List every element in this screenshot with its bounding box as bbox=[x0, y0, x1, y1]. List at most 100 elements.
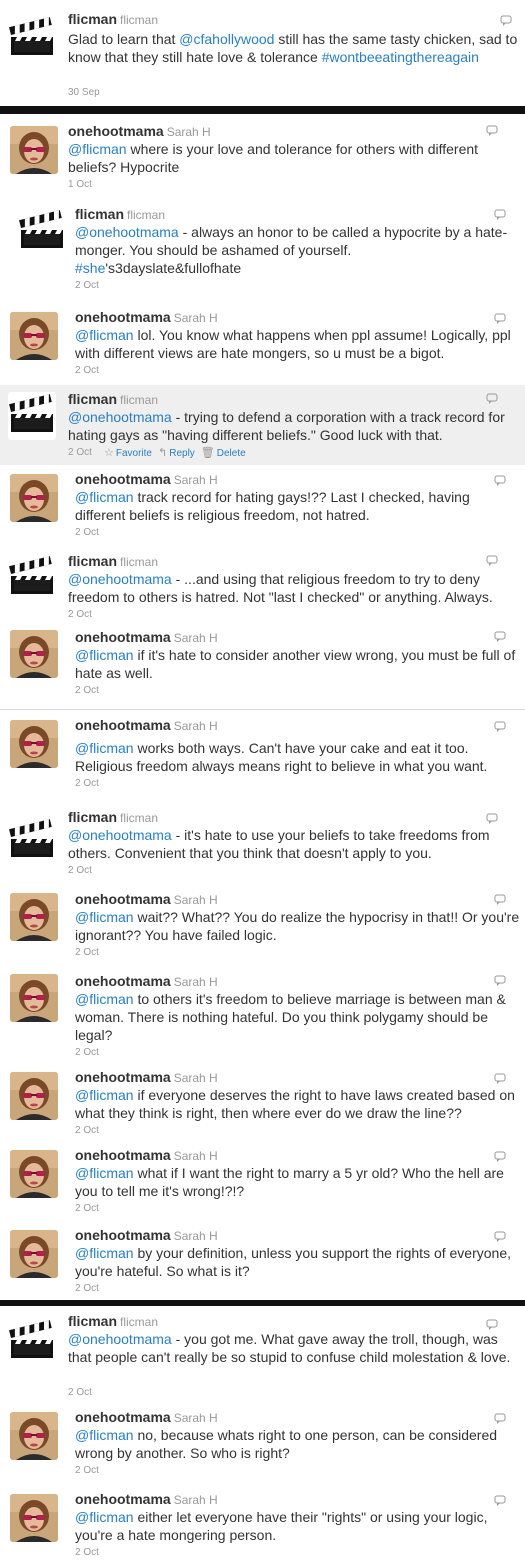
tweet[interactable]: onehootmama Sarah H @flicman either let ev… bbox=[0, 1486, 525, 1564]
tweet[interactable]: onehootmama Sarah H @flicman to others it'… bbox=[0, 966, 525, 1064]
user-avatar[interactable] bbox=[10, 1150, 58, 1198]
timestamp[interactable]: 2 Oct bbox=[75, 1547, 99, 1558]
timestamp[interactable]: 2 Oct bbox=[68, 609, 92, 620]
tweet[interactable]: onehootmama Sarah H @flicman works both wa… bbox=[0, 712, 525, 800]
user-avatar[interactable] bbox=[10, 1494, 58, 1542]
mention-link[interactable]: @flicman bbox=[75, 1087, 134, 1103]
timestamp[interactable]: 2 Oct bbox=[68, 865, 92, 876]
screen-name[interactable]: onehootmama bbox=[68, 123, 164, 139]
reply-bubble-icon[interactable] bbox=[486, 392, 498, 404]
screen-name[interactable]: flicman bbox=[68, 1313, 117, 1329]
screen-name[interactable]: onehootmama bbox=[75, 973, 171, 989]
tweet[interactable]: flicman flicman Glad to learn that @cfahol… bbox=[0, 0, 525, 108]
reply-bubble-icon[interactable] bbox=[494, 720, 506, 732]
tweet[interactable]: onehootmama Sarah H @flicman if everyone d… bbox=[0, 1064, 525, 1142]
reply-bubble-icon[interactable] bbox=[494, 893, 506, 905]
mention-link[interactable]: @flicman bbox=[75, 327, 134, 343]
mention-link[interactable]: @flicman bbox=[75, 1427, 134, 1443]
timestamp[interactable]: 2 Oct bbox=[75, 947, 99, 958]
reply-bubble-icon[interactable] bbox=[500, 14, 512, 26]
timestamp[interactable]: 2 Oct bbox=[68, 447, 92, 458]
screen-name[interactable]: onehootmama bbox=[75, 717, 171, 733]
user-avatar[interactable] bbox=[10, 1072, 58, 1120]
tweet[interactable]: onehootmama Sarah H @flicman lol. You know… bbox=[0, 298, 525, 383]
user-avatar[interactable] bbox=[10, 1412, 58, 1460]
hashtag-link[interactable]: #she bbox=[75, 260, 105, 276]
timestamp[interactable]: 2 Oct bbox=[75, 1283, 99, 1294]
reply-action[interactable]: ↰ Reply bbox=[158, 447, 195, 459]
screen-name[interactable]: onehootmama bbox=[75, 891, 171, 907]
timestamp[interactable]: 2 Oct bbox=[75, 1203, 99, 1214]
reply-bubble-icon[interactable] bbox=[494, 1230, 506, 1242]
mention-link[interactable]: @flicman bbox=[75, 1509, 134, 1525]
timestamp[interactable]: 2 Oct bbox=[75, 685, 99, 696]
reply-bubble-icon[interactable] bbox=[494, 1150, 506, 1162]
user-avatar[interactable] bbox=[10, 1230, 58, 1278]
clapperboard-avatar-icon[interactable] bbox=[8, 15, 56, 63]
tweet[interactable]: onehootmama Sarah H @flicman what if I wan… bbox=[0, 1142, 525, 1220]
timestamp[interactable]: 2 Oct bbox=[75, 527, 99, 538]
timestamp[interactable]: 2 Oct bbox=[75, 280, 99, 291]
screen-name[interactable]: onehootmama bbox=[75, 1227, 171, 1243]
reply-bubble-icon[interactable] bbox=[494, 474, 506, 486]
screen-name[interactable]: onehootmama bbox=[75, 471, 171, 487]
user-avatar[interactable] bbox=[10, 126, 58, 174]
mention-link[interactable]: @onehootmama bbox=[68, 1331, 172, 1347]
tweet[interactable]: onehootmama Sarah H @flicman if it's hate … bbox=[0, 622, 525, 708]
tweet[interactable]: onehootmama Sarah H @flicman no, because w… bbox=[0, 1404, 525, 1484]
timestamp[interactable]: 2 Oct bbox=[75, 1465, 99, 1476]
tweet[interactable]: flicman flicman @onehootmama - always an h… bbox=[0, 198, 525, 298]
screen-name[interactable]: onehootmama bbox=[75, 1147, 171, 1163]
user-avatar[interactable] bbox=[10, 312, 58, 360]
timestamp[interactable]: 2 Oct bbox=[75, 1047, 99, 1058]
tweet[interactable]: flicman flicman @onehootmama - trying to d… bbox=[0, 385, 525, 465]
screen-name[interactable]: flicman bbox=[68, 553, 117, 569]
mention-link[interactable]: @flicman bbox=[75, 489, 134, 505]
reply-bubble-icon[interactable] bbox=[494, 1072, 506, 1084]
mention-link[interactable]: @cfahollywood bbox=[179, 31, 274, 47]
timestamp[interactable]: 2 Oct bbox=[75, 1125, 99, 1136]
user-avatar[interactable] bbox=[10, 893, 58, 941]
user-avatar[interactable] bbox=[10, 474, 58, 522]
timestamp[interactable]: 30 Sep bbox=[68, 87, 100, 98]
user-avatar[interactable] bbox=[10, 720, 58, 768]
reply-bubble-icon[interactable] bbox=[486, 124, 498, 136]
mention-link[interactable]: @flicman bbox=[75, 647, 134, 663]
screen-name[interactable]: onehootmama bbox=[75, 629, 171, 645]
user-avatar[interactable] bbox=[10, 630, 58, 678]
reply-bubble-icon[interactable] bbox=[494, 974, 506, 986]
mention-link[interactable]: @flicman bbox=[75, 740, 134, 756]
timestamp[interactable]: 2 Oct bbox=[75, 365, 99, 376]
mention-link[interactable]: @onehootmama bbox=[68, 571, 172, 587]
clapperboard-avatar-icon[interactable] bbox=[8, 392, 56, 440]
screen-name[interactable]: onehootmama bbox=[75, 1491, 171, 1507]
reply-bubble-icon[interactable] bbox=[494, 312, 506, 324]
timestamp[interactable]: 1 Oct bbox=[68, 179, 92, 190]
clapperboard-avatar-icon[interactable] bbox=[8, 817, 56, 865]
tweet[interactable]: onehootmama Sarah H @flicman where is your… bbox=[0, 118, 525, 198]
hashtag-link[interactable]: #wontbeeatingthereagain bbox=[322, 49, 479, 65]
clapperboard-avatar-icon[interactable] bbox=[8, 1318, 56, 1366]
mention-link[interactable]: @onehootmama bbox=[75, 224, 179, 240]
tweet[interactable]: flicman flicman @onehootmama - it's hate t… bbox=[0, 805, 525, 885]
mention-link[interactable]: @onehootmama bbox=[68, 827, 172, 843]
tweet[interactable]: flicman flicman @onehootmama - ...and usin… bbox=[0, 546, 525, 626]
clapperboard-avatar-icon[interactable] bbox=[8, 554, 56, 602]
screen-name[interactable]: flicman bbox=[68, 391, 117, 407]
screen-name[interactable]: flicman bbox=[68, 809, 117, 825]
user-avatar[interactable] bbox=[10, 974, 58, 1022]
mention-link[interactable]: @flicman bbox=[75, 909, 134, 925]
delete-action[interactable]: 🗑 Delete bbox=[201, 447, 246, 459]
reply-bubble-icon[interactable] bbox=[494, 1412, 506, 1424]
reply-bubble-icon[interactable] bbox=[494, 208, 506, 220]
timestamp[interactable]: 2 Oct bbox=[75, 778, 99, 789]
screen-name[interactable]: flicman bbox=[75, 206, 124, 222]
tweet[interactable]: onehootmama Sarah H @flicman track record … bbox=[0, 466, 525, 546]
clapperboard-avatar-icon[interactable] bbox=[18, 208, 66, 256]
mention-link[interactable]: @flicman bbox=[75, 1245, 134, 1261]
tweet[interactable]: onehootmama Sarah H @flicman wait?? What??… bbox=[0, 885, 525, 965]
mention-link[interactable]: @onehootmama bbox=[68, 409, 172, 425]
mention-link[interactable]: @flicman bbox=[75, 991, 134, 1007]
timestamp[interactable]: 2 Oct bbox=[68, 1387, 92, 1398]
reply-bubble-icon[interactable] bbox=[494, 1494, 506, 1506]
